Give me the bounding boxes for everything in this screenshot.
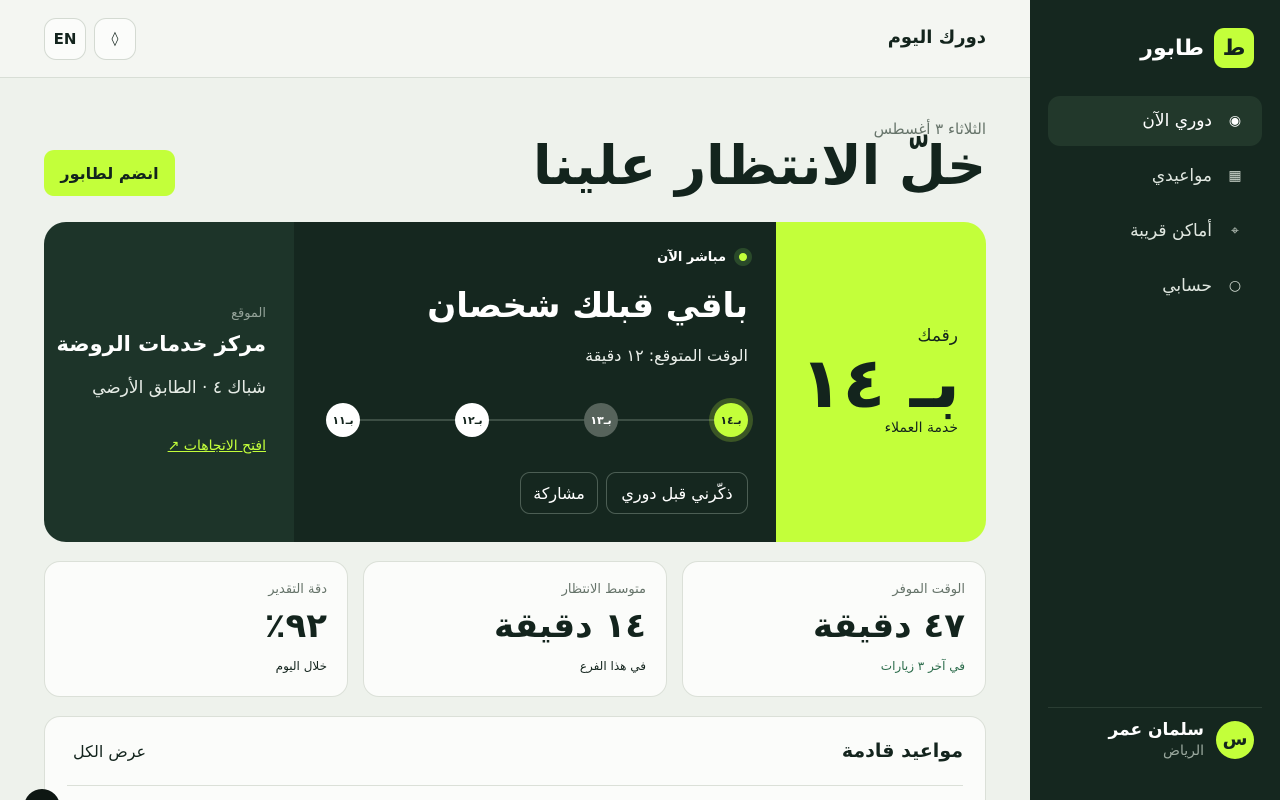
- ticket-number: بـ ١٤: [799, 342, 961, 424]
- view-all-link[interactable]: عرض الكل: [73, 742, 146, 761]
- stat-label: الوقت الموفر: [892, 582, 965, 597]
- ticket-status-panel: مباشر الآن باقي قبلك شخصان الوقت المتوقع…: [294, 222, 776, 542]
- sidebar-nav: ◉ دوري الآن ▦ مواعيدي ⌖ أماكن قريبة ○ حس…: [1048, 96, 1262, 316]
- stat-label: دقة التقدير: [268, 582, 327, 597]
- sidebar-item-appointments[interactable]: ▦ مواعيدي: [1048, 151, 1262, 201]
- ticket-number-panel: رقمك بـ ١٤ خدمة العملاء: [776, 222, 986, 542]
- stat-note: في هذا الفرع: [579, 659, 646, 673]
- avatar: س: [1216, 720, 1254, 759]
- user-name: سلمان عمر: [1108, 720, 1204, 740]
- brand-name: طابور: [1140, 35, 1204, 61]
- queue-progress-track: بـ١٤ بـ١٣ بـ١٢ بـ١١: [322, 403, 748, 437]
- track-step: بـ١٣: [584, 403, 618, 437]
- radio-icon: ◉: [1228, 113, 1242, 129]
- stat-value: ٩٢٪: [264, 606, 327, 646]
- location-icon: ⌖: [1231, 223, 1239, 239]
- sidebar-item-label: حسابي: [1162, 276, 1212, 296]
- theme-toggle-button[interactable]: ◊: [94, 18, 136, 60]
- location-detail: شباك ٤ · الطابق الأرضي: [92, 378, 266, 398]
- location-name: مركز خدمات الروضة: [56, 332, 266, 356]
- divider: [67, 785, 963, 786]
- queue-eta: الوقت المتوقع: ١٢ دقيقة: [585, 346, 748, 365]
- live-badge: مباشر الآن: [657, 248, 752, 266]
- sidebar-divider: [1048, 707, 1262, 708]
- brand-logo: ط: [1214, 28, 1254, 68]
- track-step: بـ١٢: [455, 403, 489, 437]
- live-label: مباشر الآن: [657, 249, 726, 265]
- ticket-department: خدمة العملاء: [884, 420, 958, 436]
- upcoming-title: مواعيد قادمة: [841, 740, 963, 762]
- stat-card-time-saved: الوقت الموفر ٤٧ دقيقة في آخر ٣ زيارات: [682, 561, 986, 697]
- account-icon: ○: [1228, 278, 1242, 294]
- ticket-card: رقمك بـ ١٤ خدمة العملاء مباشر الآن باقي …: [44, 222, 986, 542]
- track-step-current: بـ١٤: [714, 403, 748, 437]
- stat-note: في آخر ٣ زيارات: [880, 659, 965, 673]
- sidebar-item-account[interactable]: ○ حسابي: [1048, 261, 1262, 311]
- calendar-grid-icon: ▦: [1228, 168, 1242, 184]
- share-button[interactable]: مشاركة: [520, 472, 598, 514]
- ticket-location-panel: الموقع مركز خدمات الروضة شباك ٤ · الطابق…: [44, 222, 294, 542]
- stat-note: خلال اليوم: [275, 659, 327, 673]
- stat-card-average-wait: متوسط الانتظار ١٤ دقيقة في هذا الفرع: [363, 561, 667, 697]
- brand[interactable]: ط طابور: [1140, 28, 1254, 68]
- directions-link[interactable]: افتح الاتجاهات ↗: [168, 438, 266, 454]
- upcoming-appointments: مواعيد قادمة عرض الكل: [44, 716, 986, 800]
- sidebar-item-label: مواعيدي: [1151, 166, 1212, 186]
- stat-value: ٤٧ دقيقة: [812, 606, 965, 646]
- sidebar-item-nearby[interactable]: ⌖ أماكن قريبة: [1048, 206, 1262, 256]
- topbar: دورك اليوم ◊ EN: [0, 0, 1030, 78]
- sidebar-item-label: أماكن قريبة: [1130, 221, 1212, 241]
- live-dot-icon: [734, 248, 752, 266]
- track-line: [338, 419, 732, 421]
- join-button[interactable]: انضم لطابور: [44, 150, 175, 196]
- diamond-icon: ◊: [111, 31, 119, 47]
- location-label: الموقع: [231, 306, 266, 321]
- remind-me-button[interactable]: ذكّرني قبل دوري: [606, 472, 748, 514]
- hero-title: خلّ الانتظار علينا: [532, 134, 987, 197]
- language-button[interactable]: EN: [44, 18, 86, 60]
- stat-card-accuracy: دقة التقدير ٩٢٪ خلال اليوم: [44, 561, 348, 697]
- stat-value: ١٤ دقيقة: [493, 606, 646, 646]
- queue-headline: باقي قبلك شخصان: [427, 286, 748, 326]
- track-step: بـ١١: [326, 403, 360, 437]
- sidebar-item-my-turn[interactable]: ◉ دوري الآن: [1048, 96, 1262, 146]
- user-profile[interactable]: س سلمان عمر الرياض: [1109, 720, 1254, 759]
- page-title: دورك اليوم: [887, 27, 986, 48]
- sidebar-item-label: دوري الآن: [1142, 111, 1212, 131]
- user-city: الرياض: [1163, 743, 1204, 759]
- sidebar: ط طابور ◉ دوري الآن ▦ مواعيدي ⌖ أماكن قر…: [1030, 0, 1280, 800]
- stat-label: متوسط الانتظار: [561, 582, 646, 597]
